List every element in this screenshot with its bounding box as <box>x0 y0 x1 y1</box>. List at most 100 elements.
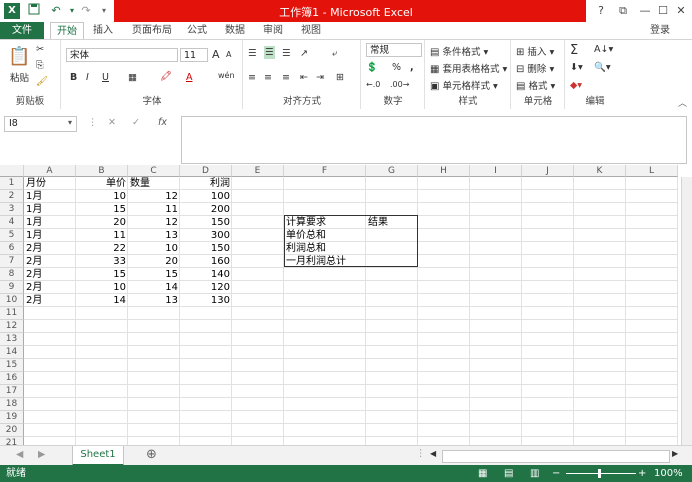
column-header[interactable]: L <box>626 165 678 177</box>
orientation-icon[interactable]: ↗ <box>300 48 308 59</box>
align-right-icon[interactable]: ≡ <box>282 72 290 83</box>
column-header[interactable]: E <box>232 165 284 177</box>
row-header[interactable]: 1 <box>0 177 24 190</box>
select-all-corner[interactable] <box>0 165 24 177</box>
calc-label-cell[interactable]: 利润总和 <box>286 242 364 255</box>
column-header[interactable]: K <box>574 165 626 177</box>
underline-button[interactable]: U <box>102 72 109 83</box>
zoom-slider-thumb[interactable] <box>598 469 601 478</box>
row-header[interactable]: 15 <box>0 359 24 372</box>
table-cell[interactable]: 15 <box>130 268 178 281</box>
decrease-indent-icon[interactable]: ⇤ <box>300 72 308 83</box>
calc-label-cell[interactable]: 单价总和 <box>286 229 364 242</box>
format-as-table-button[interactable]: ▦ 套用表格格式 ▾ <box>430 61 507 75</box>
sort-filter-icon[interactable]: A↓▾ <box>594 44 613 55</box>
header-cell[interactable]: 数量 <box>130 177 178 190</box>
name-box[interactable]: I8 <box>4 116 77 132</box>
header-cell[interactable]: 单价 <box>78 177 126 190</box>
tab-file[interactable]: 文件 <box>0 22 44 39</box>
table-cell[interactable]: 14 <box>130 281 178 294</box>
row-header[interactable]: 16 <box>0 372 24 385</box>
row-header[interactable]: 13 <box>0 333 24 346</box>
column-header[interactable]: G <box>366 165 418 177</box>
tab-insert[interactable]: 插入 <box>88 22 118 39</box>
table-cell[interactable]: 11 <box>130 203 178 216</box>
table-cell[interactable]: 200 <box>182 203 230 216</box>
horizontal-scrollbar[interactable] <box>442 450 670 463</box>
calc-header-cell[interactable]: 计算要求 <box>286 216 364 229</box>
tab-data[interactable]: 数据 <box>220 22 250 39</box>
table-cell[interactable]: 2月 <box>26 268 74 281</box>
table-cell[interactable]: 10 <box>78 281 126 294</box>
increase-indent-icon[interactable]: ⇥ <box>316 72 324 83</box>
conditional-format-button[interactable]: ▤ 条件格式 ▾ <box>430 44 488 58</box>
font-color-button[interactable]: A <box>186 72 193 83</box>
page-layout-view-icon[interactable]: ▤ <box>504 465 513 482</box>
cell-styles-button[interactable]: ▣ 单元格样式 ▾ <box>430 78 498 92</box>
copy-icon[interactable]: ⎘ <box>36 60 44 71</box>
tab-page-layout[interactable]: 页面布局 <box>128 22 176 39</box>
column-header[interactable]: B <box>76 165 128 177</box>
table-cell[interactable]: 160 <box>182 255 230 268</box>
tab-formulas[interactable]: 公式 <box>183 22 211 39</box>
table-cell[interactable]: 15 <box>78 268 126 281</box>
paste-button[interactable]: 粘贴 <box>10 70 29 84</box>
zoom-slider[interactable] <box>566 473 636 474</box>
table-cell[interactable]: 12 <box>130 216 178 229</box>
help-icon[interactable]: ? <box>590 2 612 20</box>
zoom-level[interactable]: 100% <box>654 465 683 482</box>
number-format-box[interactable]: 常规 <box>366 43 422 57</box>
normal-view-icon[interactable]: ▦ <box>478 465 487 482</box>
fill-color-icon[interactable]: 🖍 <box>160 71 172 82</box>
scroll-left-icon[interactable]: ◀ <box>430 449 436 458</box>
wrap-text-icon[interactable]: ⤶ <box>332 48 337 59</box>
row-header[interactable]: 5 <box>0 229 24 242</box>
table-cell[interactable]: 15 <box>78 203 126 216</box>
enter-icon[interactable]: ✓ <box>132 117 140 128</box>
percent-button[interactable]: % <box>392 62 401 73</box>
prev-sheet-icon[interactable]: ◀ <box>16 449 23 460</box>
table-cell[interactable]: 2月 <box>26 281 74 294</box>
align-left-icon[interactable]: ≡ <box>248 72 256 83</box>
worksheet-grid[interactable]: A B C D E F G H I J K L 1 2 3 4 5 6 7 8 9 10 11 12 13 14 15 16 17 18 1… <box>0 165 692 445</box>
header-cell[interactable]: 利润 <box>182 177 230 190</box>
table-cell[interactable]: 13 <box>130 229 178 242</box>
column-header[interactable]: C <box>128 165 180 177</box>
row-header[interactable]: 10 <box>0 294 24 307</box>
row-header[interactable]: 12 <box>0 320 24 333</box>
namebox-dropdown-icon[interactable]: ▾ <box>68 118 72 127</box>
calc-header-cell[interactable]: 结果 <box>368 216 416 229</box>
table-cell[interactable]: 10 <box>130 242 178 255</box>
header-cell[interactable]: 月份 <box>26 177 74 190</box>
fill-icon[interactable]: ⬇▾ <box>570 62 583 73</box>
column-header[interactable]: H <box>418 165 470 177</box>
collapse-ribbon-icon[interactable]: ︿ <box>678 96 687 109</box>
table-cell[interactable]: 20 <box>78 216 126 229</box>
currency-icon[interactable]: 💲 <box>366 62 378 73</box>
formula-input[interactable] <box>181 116 687 164</box>
table-cell[interactable]: 10 <box>78 190 126 203</box>
zoom-out-button[interactable]: − <box>552 465 560 482</box>
column-header[interactable]: A <box>24 165 76 177</box>
row-header[interactable]: 18 <box>0 398 24 411</box>
decrease-decimal-icon[interactable]: .00→ <box>390 80 409 89</box>
table-cell[interactable]: 300 <box>182 229 230 242</box>
row-header[interactable]: 19 <box>0 411 24 424</box>
table-cell[interactable]: 120 <box>182 281 230 294</box>
column-header[interactable]: J <box>522 165 574 177</box>
merge-center-icon[interactable]: ⊞ <box>336 72 344 83</box>
row-header[interactable]: 4 <box>0 216 24 229</box>
table-cell[interactable]: 100 <box>182 190 230 203</box>
insert-button[interactable]: ⊞ 插入 ▾ <box>516 44 554 58</box>
paste-icon[interactable]: 📋 <box>8 46 30 67</box>
row-header[interactable]: 3 <box>0 203 24 216</box>
table-cell[interactable]: 150 <box>182 242 230 255</box>
shrink-font-icon[interactable]: A <box>226 50 231 59</box>
tab-split-icon[interactable]: ⋮ <box>416 448 426 459</box>
table-cell[interactable]: 13 <box>130 294 178 307</box>
table-cell[interactable]: 20 <box>130 255 178 268</box>
table-cell[interactable]: 2月 <box>26 294 74 307</box>
cut-icon[interactable]: ✂ <box>36 44 44 55</box>
table-cell[interactable]: 12 <box>130 190 178 203</box>
vertical-scrollbar[interactable] <box>681 177 692 445</box>
